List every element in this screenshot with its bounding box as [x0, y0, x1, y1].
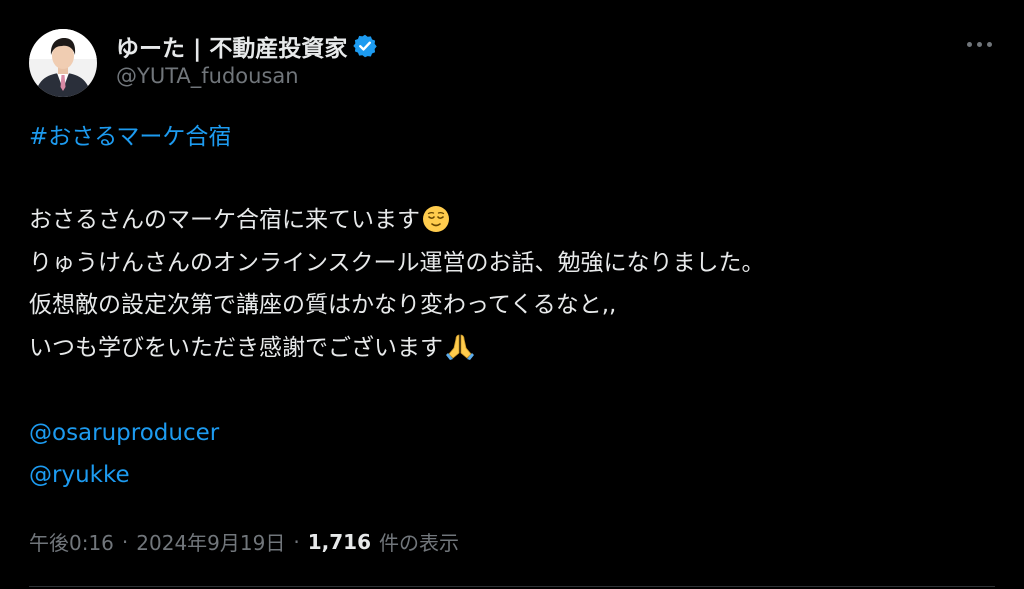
- user-handle[interactable]: @YUTA_fudousan: [116, 64, 299, 88]
- mention-link-ryukke[interactable]: @ryukke: [29, 455, 130, 495]
- hashtag-link[interactable]: #おさるマーケ合宿: [29, 117, 231, 157]
- more-options-icon[interactable]: [962, 32, 996, 56]
- tweet-time[interactable]: 午後0:16: [29, 527, 114, 556]
- tweet-line: おさるさんのマーケ合宿に来ています: [29, 200, 450, 246]
- views-label: 件の表示: [378, 531, 459, 555]
- tweet-line-text: おさるさんのマーケ合宿に来ています: [29, 207, 420, 233]
- relieved-face-emoji: [422, 205, 450, 246]
- author-name-row: ゆーた | 不動産投資家: [116, 30, 378, 62]
- tweet-line: りゅうけんさんのオンラインスクール運営のお話、勉強になりました。: [29, 250, 765, 276]
- tweet-line: 仮想敵の設定次第で講座の質はかなり変わってくるなと,,: [29, 292, 617, 318]
- tweet-card: ゆーた | 不動産投資家 @YUTA_fudousan #おさるマーケ合宿 おさ…: [0, 0, 1024, 589]
- meta-separator: ·: [121, 529, 129, 554]
- meta-separator: ·: [293, 529, 300, 554]
- tweet-date[interactable]: 2024年9月19日: [136, 527, 285, 556]
- mention-link-osaruproducer[interactable]: @osaruproducer: [29, 413, 219, 453]
- divider: [29, 586, 995, 587]
- verified-badge-icon: [352, 33, 378, 59]
- avatar-image: [29, 29, 97, 97]
- tweet-meta: 午後0:16 · 2024年9月19日 · 1,716 件の表示: [29, 527, 459, 556]
- display-name[interactable]: ゆーた | 不動産投資家: [116, 29, 347, 63]
- folded-hands-emoji: [445, 331, 475, 374]
- views-count: 1,716: [307, 529, 371, 554]
- avatar[interactable]: [29, 29, 97, 97]
- tweet-line: いつも学びをいただき感謝でございます: [29, 328, 475, 374]
- tweet-line-text: いつも学びをいただき感謝でございます: [29, 335, 443, 361]
